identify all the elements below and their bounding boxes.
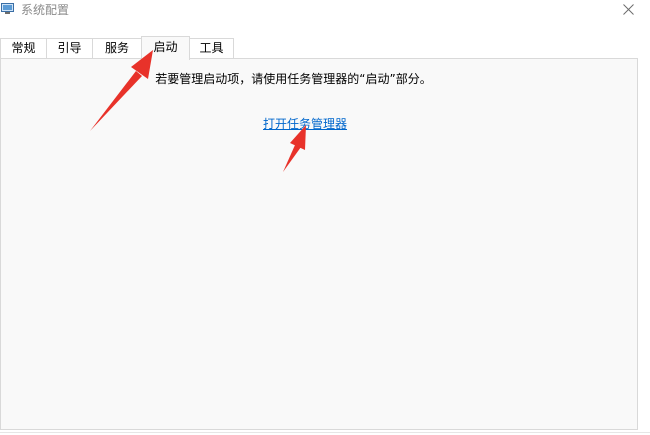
startup-tab-panel: 若要管理启动项，请使用任务管理器的“启动”部分。 打开任务管理器 <box>0 58 638 430</box>
title-bar[interactable]: 系统配置 <box>0 0 650 32</box>
msconfig-app-icon <box>1 3 14 14</box>
close-button[interactable] <box>604 0 650 26</box>
tab-tools[interactable]: 工具 <box>189 38 234 58</box>
tab-strip: 常规 引导 服务 启动 工具 <box>0 36 650 60</box>
window-title: 系统配置 <box>21 3 70 17</box>
tab-services[interactable]: 服务 <box>92 38 142 58</box>
system-configuration-window: 系统配置 常规 引导 服务 启动 工具 若要管理启动项，请使用任务管理器的“启动… <box>0 0 650 435</box>
tab-general[interactable]: 常规 <box>0 38 47 58</box>
open-task-manager-link[interactable]: 打开任务管理器 <box>263 115 347 132</box>
tab-startup[interactable]: 启动 <box>141 36 190 60</box>
tab-boot[interactable]: 引导 <box>46 38 93 58</box>
startup-message: 若要管理启动项，请使用任务管理器的“启动”部分。 <box>155 72 432 86</box>
window-bottom-edge <box>0 432 650 433</box>
close-icon <box>623 4 634 15</box>
